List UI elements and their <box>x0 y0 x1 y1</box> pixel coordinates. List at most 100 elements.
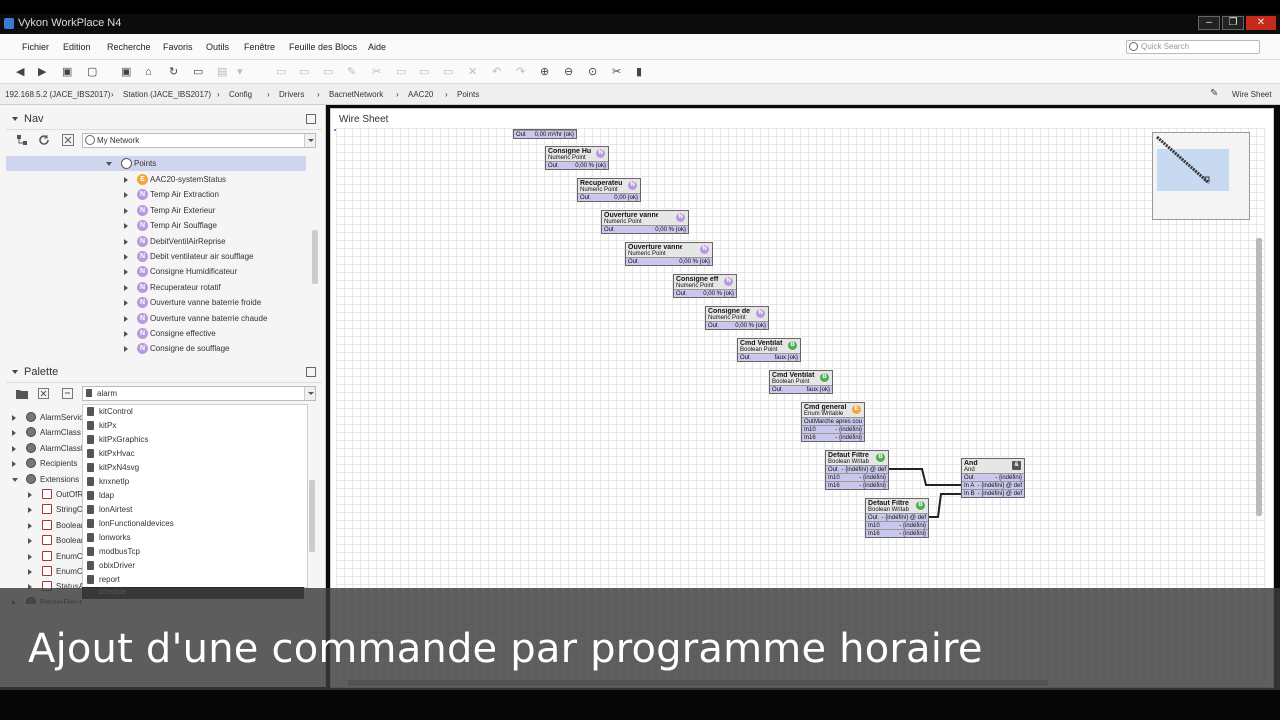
block-title: Defaut Filtre <box>828 452 869 459</box>
slot-value: - {indéfini} <box>835 435 862 441</box>
slot-name: Out <box>772 387 782 393</box>
screen-bottom-bar <box>0 690 1280 720</box>
point-type-icon: N <box>676 213 685 222</box>
block-slot[interactable]: Out 0,00 % {ok} <box>674 289 736 297</box>
block-slot[interactable]: Out 0,00 % {ok} <box>602 225 688 233</box>
block-title: Cmd Ventilat <box>740 340 783 347</box>
point-type-icon: N <box>628 181 637 190</box>
slot-name: Out <box>516 132 526 138</box>
block-slot[interactable]: Out - {indéfini} @ def <box>866 513 928 521</box>
wire-link[interactable] <box>889 468 962 486</box>
block-slot[interactable]: In A- {indéfini} @ def <box>962 481 1024 489</box>
block-slot[interactable]: Out 0,00 {ok} <box>578 193 640 201</box>
slot-name: In16 <box>804 435 816 441</box>
wiresheet-block[interactable]: Defaut Filtre Boolean Writab B Out - {indéfi… <box>865 498 929 538</box>
block-header: Consigne eff Numeric Point N <box>674 275 736 289</box>
block-header: Cmd Ventilat Boolean Point B <box>738 339 800 353</box>
wiresheet-block[interactable]: Ouverture vanne baNumeric PointNOut0,00 … <box>625 242 713 266</box>
block-slot[interactable]: Out 0,00 % {ok} <box>626 257 712 265</box>
slot-value: faux {ok} <box>774 355 798 361</box>
point-type-icon: B <box>820 373 829 382</box>
slot-value: - {indéfini} <box>859 483 886 489</box>
block-slot[interactable]: Out 0,00 % {ok} <box>706 321 768 329</box>
block-header: Consigne Hu Numeric Point N <box>546 147 608 161</box>
block-header: Recuperateu Numeric Point N <box>578 179 640 193</box>
slot-value: 0,00 % {ok} <box>655 227 686 233</box>
block-slot[interactable]: Out faux {ok} <box>738 353 800 361</box>
block-title: Ouverture vanne ba <box>628 244 682 251</box>
point-type-icon: E <box>852 405 861 414</box>
slot-name: Out <box>548 163 558 169</box>
slot-name: Out <box>628 259 638 265</box>
wiresheet-vertical-scrollbar[interactable] <box>1256 238 1262 516</box>
block-header: Defaut Filtre Boolean Writab B <box>866 499 928 513</box>
block-slot[interactable]: In B- {indéfini} @ def <box>962 489 1024 497</box>
wiresheet-block[interactable]: Cmd Ventilat Boolean Point B Out faux {ok} <box>737 338 801 362</box>
block-slot[interactable]: Out 0,00 % {ok} <box>546 161 608 169</box>
block-slot[interactable]: In10- {indéfini} <box>866 521 928 529</box>
slot-value: 0,00 % {ok} <box>575 163 606 169</box>
block-slot[interactable]: Out - {indéfini} @ def <box>826 465 888 473</box>
wiresheet-block[interactable]: Consigne de Numeric Point N Out 0,00 % {ok} <box>705 306 769 330</box>
slot-name: Out <box>604 227 614 233</box>
slot-name: Out <box>708 323 718 329</box>
block-title: Recuperateu <box>580 180 623 187</box>
wiresheet-block[interactable]: Consigne eff Numeric Point N Out 0,00 % {ok} <box>673 274 737 298</box>
point-type-icon: B <box>788 341 797 350</box>
block-header: Cmd Ventilat Boolean Point B <box>770 371 832 385</box>
slot-value: 0,00 m³/hr {ok} <box>534 132 574 138</box>
block-slot[interactable]: In16 - {indéfini} <box>826 481 888 489</box>
minimap-blocks <box>1156 135 1210 185</box>
block-header: Defaut Filtre Boolean Writab B <box>826 451 888 465</box>
point-type-icon: N <box>596 149 605 158</box>
slot-value: 0,00 % {ok} <box>703 291 734 297</box>
slot-name: In16 <box>868 531 880 537</box>
slot-name: Out <box>676 291 686 297</box>
block-slot[interactable]: Out - {indéfini} <box>962 473 1024 481</box>
block-header: Ouverture vanne baNumeric PointN <box>602 211 688 225</box>
wiresheet-block[interactable]: Defaut Filtre Boolean Writab B Out - {indéfi… <box>825 450 889 490</box>
wiresheet-block[interactable]: Ouverture vanne baNumeric PointNOut0,00 … <box>601 210 689 234</box>
app-root: Vykon WorkPlace N4 – ❐ ✕ Fichier Edition R… <box>0 0 1280 720</box>
slot-value: faux {ok} <box>806 387 830 393</box>
slot-value: - {indéfini} @ def <box>977 491 1022 497</box>
block-slot[interactable]: In16 - {indéfini} <box>802 433 864 441</box>
wiresheet-block[interactable]: Consigne Hu Numeric Point N Out 0,00 % {ok} <box>545 146 609 170</box>
block-title: Consigne eff <box>676 276 719 283</box>
block-title: Defaut Filtre <box>868 500 909 507</box>
block-slot[interactable]: In10- {indéfini} <box>826 473 888 481</box>
slot-name: In B <box>964 491 975 497</box>
block-header: Ouverture vanne baNumeric PointN <box>626 243 712 257</box>
slot-name: Out <box>740 355 750 361</box>
point-type-icon: N <box>756 309 765 318</box>
wire-link[interactable] <box>929 493 962 518</box>
block-title: Consigne de <box>708 308 751 315</box>
point-type-icon: B <box>916 501 925 510</box>
wiresheet-block[interactable]: Cmd Ventilat Boolean Point B Out faux {ok} <box>769 370 833 394</box>
and-icon: & <box>1012 461 1021 470</box>
block-slot[interactable]: In16 - {indéfini} <box>866 529 928 537</box>
wiresheet-block[interactable]: And And & Out - {indéfini} In A- {indéfini} @… <box>961 458 1025 498</box>
slot-name: In16 <box>828 483 840 489</box>
point-type-icon: N <box>724 277 733 286</box>
wiresheet-block[interactable]: Recuperateu Numeric Point N Out 0,00 {ok} <box>577 178 641 202</box>
wiresheet-block[interactable]: Cmd general Enum Writable E Out Marche apres… <box>801 402 865 442</box>
caption-text: Ajout d'une commande par programme horai… <box>28 626 983 672</box>
minimap[interactable] <box>1152 132 1250 220</box>
block-header: Cmd general Enum Writable E <box>802 403 864 417</box>
block-title: Cmd Ventilat <box>772 372 815 379</box>
block-slot[interactable]: Out faux {ok} <box>770 385 832 393</box>
block-title: And <box>964 460 978 467</box>
block-slot[interactable]: In10- {indéfini} <box>802 425 864 433</box>
block-header: And And & <box>962 459 1024 473</box>
slot-value: - {indéfini} <box>899 531 926 537</box>
block-slot[interactable]: Out 0,00 m³/hr {ok} <box>514 130 576 138</box>
wiresheet-block[interactable]: Out 0,00 m³/hr {ok} <box>513 129 577 139</box>
point-type-icon: B <box>876 453 885 462</box>
slot-value: 0,00 {ok} <box>614 195 638 201</box>
point-type-icon: N <box>700 245 709 254</box>
slot-value: 0,00 % {ok} <box>679 259 710 265</box>
block-slot[interactable]: Out Marche apres cou <box>802 417 864 425</box>
block-title: Ouverture vanne ba <box>604 212 658 219</box>
block-title: Consigne Hu <box>548 148 592 155</box>
